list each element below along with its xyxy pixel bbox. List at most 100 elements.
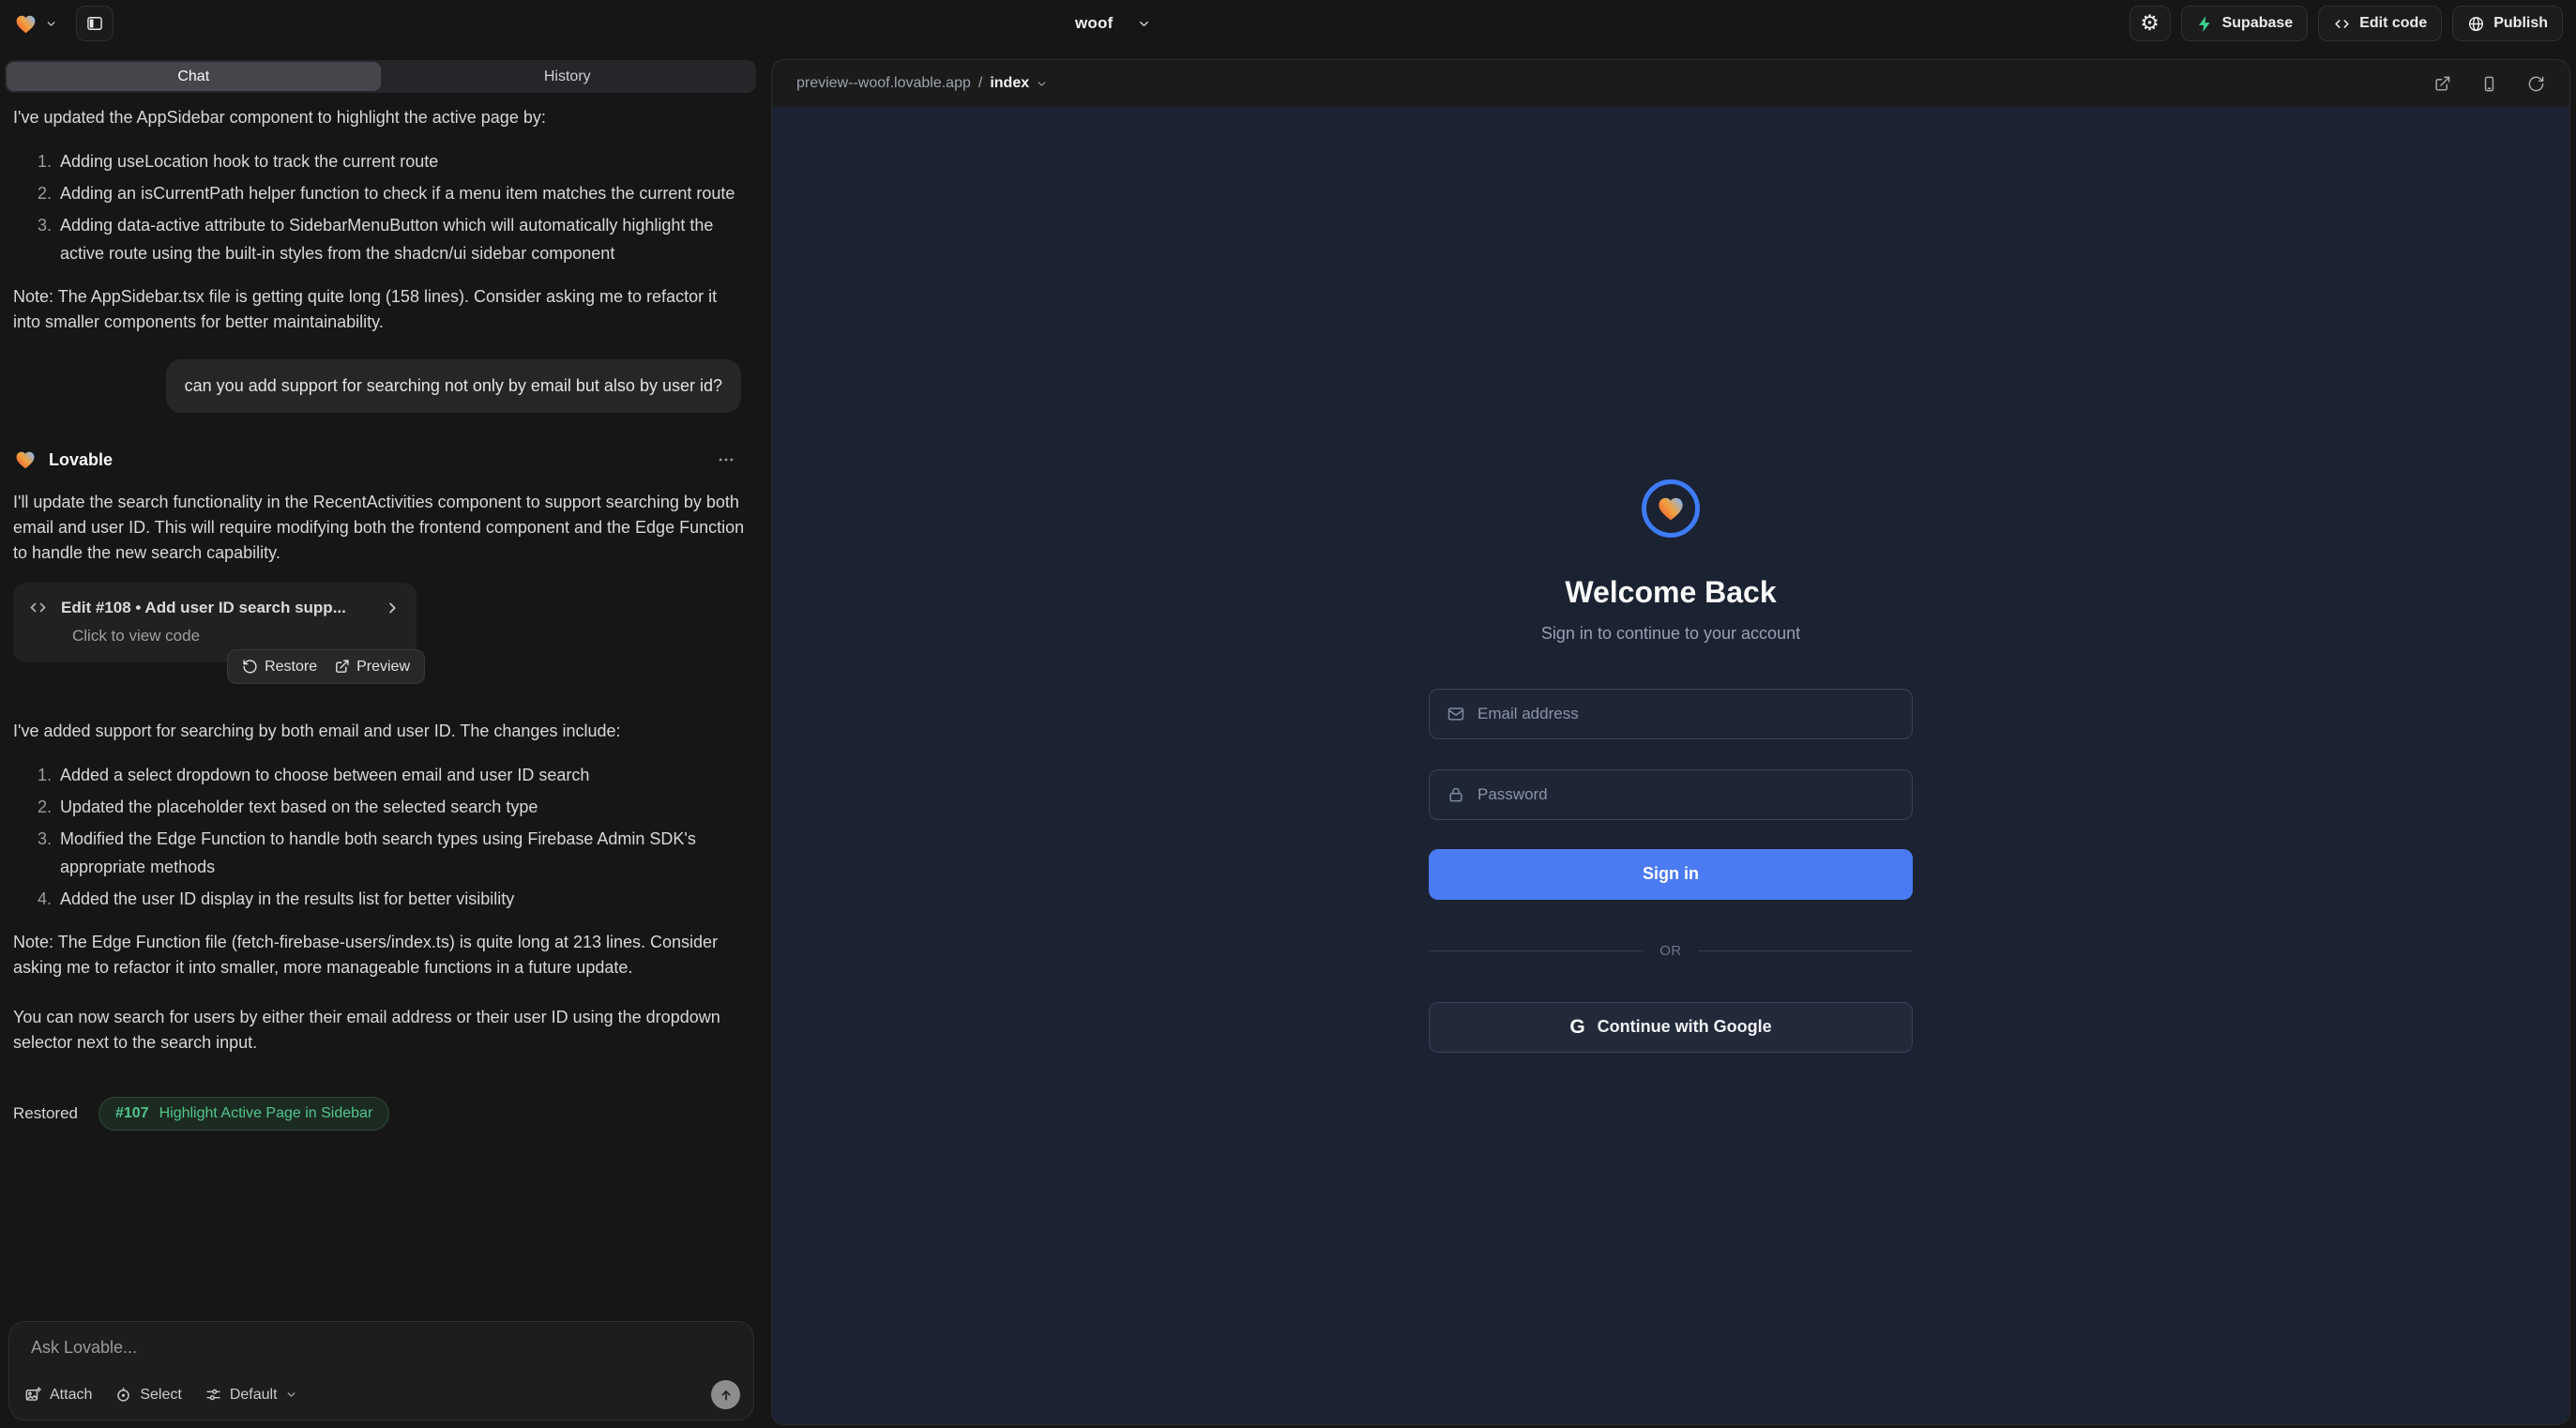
- message-more-options-button[interactable]: [717, 450, 735, 469]
- tab-chat[interactable]: Chat: [7, 62, 381, 91]
- changes-list: Added a select dropdown to choose betwee…: [13, 761, 735, 913]
- edit-card-actions: Restore Preview: [227, 649, 425, 684]
- tab-history[interactable]: History: [381, 62, 755, 91]
- divider-line: [1698, 950, 1913, 951]
- select-button-label: Select: [140, 1387, 181, 1404]
- assistant-message-text: You can now search for users by either t…: [13, 1005, 747, 1056]
- edit-card-title: Edit #108 • Add user ID search supp...: [61, 599, 371, 617]
- restored-row: Restored #107 Highlight Active Page in S…: [13, 1097, 745, 1131]
- restore-icon: [242, 659, 258, 675]
- login-title: Welcome Back: [1565, 575, 1776, 610]
- select-button[interactable]: Select: [114, 1386, 181, 1404]
- password-input[interactable]: [1477, 785, 1895, 804]
- login-subtitle: Sign in to continue to your account: [1541, 624, 1800, 644]
- composer-controls: Attach Select Default: [24, 1380, 740, 1409]
- settings-button[interactable]: ⚙: [2129, 6, 2171, 41]
- topbar-actions: ⚙ Supabase Edit code Publish: [2129, 6, 2563, 41]
- topbar: woof ⚙ Supabase Edit code: [0, 0, 2576, 47]
- assistant-header: Lovable: [13, 448, 745, 471]
- sidebar-toggle-button[interactable]: [76, 6, 114, 41]
- preview-button[interactable]: Preview: [334, 659, 410, 676]
- login-logo-ring: [1642, 479, 1700, 538]
- google-icon: G: [1569, 1016, 1584, 1039]
- assistant-note-text: Note: The Edge Function file (fetch-fire…: [13, 930, 747, 980]
- list-item: Adding data-active attribute to SidebarM…: [56, 211, 735, 267]
- sliders-icon: [205, 1386, 222, 1404]
- chat-panel: Chat History I've updated the AppSidebar…: [0, 47, 762, 1428]
- mail-icon: [1447, 705, 1465, 723]
- gear-icon: ⚙: [2140, 13, 2159, 35]
- chat-history-tabs: Chat History: [5, 60, 756, 93]
- assistant-name: Lovable: [49, 450, 113, 470]
- chat-input[interactable]: [9, 1322, 753, 1371]
- supabase-button[interactable]: Supabase: [2181, 6, 2309, 41]
- list-item: Added a select dropdown to choose betwee…: [56, 761, 735, 789]
- edit-card-header: Edit #108 • Add user ID search supp...: [28, 598, 400, 617]
- version-badge[interactable]: #107 Highlight Active Page in Sidebar: [98, 1097, 389, 1131]
- mobile-view-button[interactable]: [2480, 75, 2498, 93]
- topbar-left: [13, 0, 114, 47]
- edit-code-button-label: Edit code: [2359, 15, 2427, 32]
- mode-selector-button[interactable]: Default: [205, 1386, 297, 1404]
- email-input[interactable]: [1477, 705, 1895, 723]
- preview-toolbar: preview--woof.lovable.app / index: [772, 60, 2569, 107]
- arrow-up-icon: [719, 1388, 734, 1403]
- version-badge-title: Highlight Active Page in Sidebar: [159, 1105, 373, 1122]
- heart-icon: [1655, 494, 1687, 524]
- workspace-menu-chevron-icon[interactable]: [45, 18, 57, 30]
- or-divider-label: OR: [1659, 943, 1682, 959]
- app-preview-frame: Welcome Back Sign in to continue to your…: [772, 107, 2569, 1424]
- edit-card-subtitle: Click to view code: [72, 627, 400, 646]
- edit-code-button[interactable]: Edit code: [2318, 6, 2442, 41]
- sign-in-button[interactable]: Sign in: [1429, 849, 1913, 900]
- changes-list: Adding useLocation hook to track the cur…: [13, 147, 735, 267]
- attach-image-icon: [24, 1386, 42, 1404]
- globe-icon: [2467, 15, 2485, 33]
- project-switcher[interactable]: woof: [1075, 0, 1151, 47]
- or-divider: OR: [1429, 943, 1913, 959]
- google-button-label: Continue with Google: [1598, 1017, 1772, 1037]
- supabase-button-label: Supabase: [2222, 15, 2294, 32]
- preview-url-host: preview--woof.lovable.app: [796, 75, 971, 92]
- attach-button[interactable]: Attach: [24, 1386, 92, 1404]
- preview-button-label: Preview: [356, 659, 410, 676]
- divider-line: [1429, 950, 1644, 951]
- google-sign-in-button[interactable]: G Continue with Google: [1429, 1002, 1913, 1053]
- password-field[interactable]: [1429, 769, 1913, 820]
- edit-version-card-wrap: Edit #108 • Add user ID search supp... C…: [13, 583, 417, 662]
- version-badge-id: #107: [115, 1105, 149, 1122]
- supabase-bolt-icon: [2196, 15, 2214, 33]
- restore-button[interactable]: Restore: [242, 659, 317, 676]
- lock-icon: [1447, 785, 1465, 804]
- list-item: Adding an isCurrentPath helper function …: [56, 179, 735, 207]
- assistant-message-text: I'll update the search functionality in …: [13, 490, 747, 566]
- lovable-heart-icon[interactable]: [13, 12, 38, 36]
- list-item: Updated the placeholder text based on th…: [56, 793, 735, 821]
- target-icon: [114, 1386, 132, 1404]
- login-card: Welcome Back Sign in to continue to your…: [1429, 479, 1913, 1053]
- user-message-row: can you add support for searching not on…: [13, 359, 741, 413]
- user-message-bubble: can you add support for searching not on…: [166, 359, 741, 413]
- chevron-down-icon: [1036, 78, 1048, 90]
- preview-page-selector[interactable]: index: [990, 75, 1048, 92]
- external-link-icon: [334, 659, 350, 675]
- publish-button[interactable]: Publish: [2452, 6, 2563, 41]
- attach-button-label: Attach: [50, 1387, 92, 1404]
- preview-page-name: index: [990, 75, 1029, 92]
- open-in-new-tab-button[interactable]: [2433, 75, 2451, 93]
- project-menu-chevron-icon: [1137, 17, 1151, 31]
- email-field[interactable]: [1429, 689, 1913, 739]
- restore-button-label: Restore: [265, 659, 317, 676]
- mode-selector-label: Default: [230, 1387, 278, 1404]
- assistant-note-text: Note: The AppSidebar.tsx file is getting…: [13, 284, 747, 335]
- assistant-message-text: I've updated the AppSidebar component to…: [13, 105, 747, 130]
- chevron-down-icon: [285, 1389, 297, 1401]
- preview-url-separator: /: [978, 75, 982, 92]
- send-button[interactable]: [711, 1380, 740, 1409]
- sidebar-panel-icon: [85, 14, 104, 33]
- refresh-button[interactable]: [2527, 75, 2545, 93]
- publish-button-label: Publish: [2493, 15, 2548, 32]
- tab-chat-label: Chat: [177, 68, 209, 85]
- chat-transcript[interactable]: I've updated the AppSidebar component to…: [0, 93, 762, 1312]
- code-icon: [28, 598, 48, 617]
